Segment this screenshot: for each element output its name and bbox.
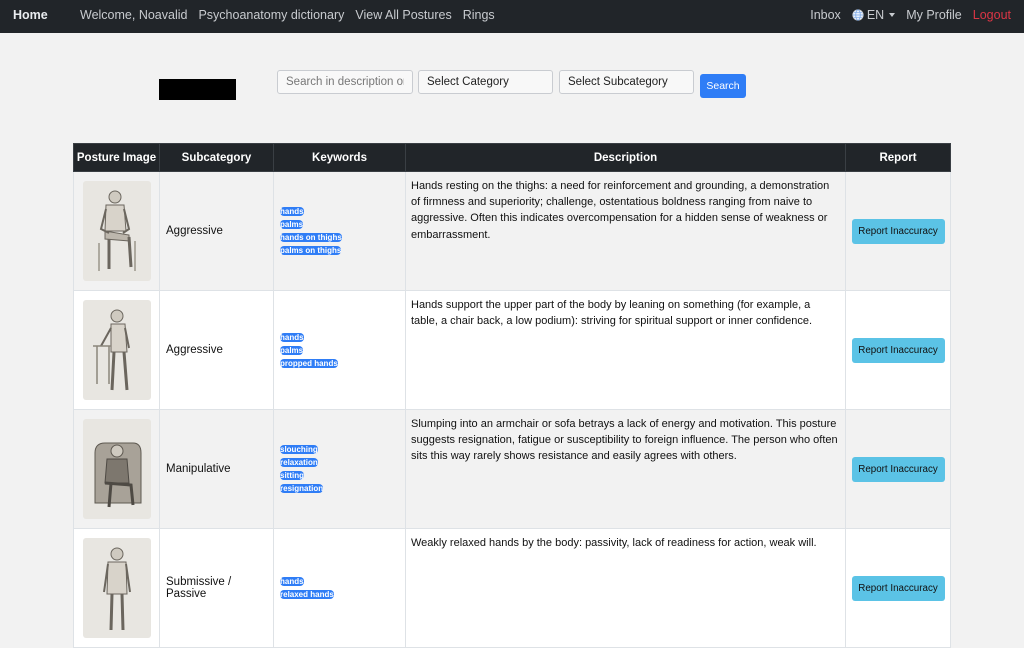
description-cell: Hands support the upper part of the body…	[405, 290, 846, 410]
keywords-cell: hands palms propped hands	[273, 290, 406, 410]
posture-image-cell	[73, 409, 160, 529]
table-row: Aggressive hands palms propped hands Han…	[73, 290, 951, 410]
report-inaccuracy-button[interactable]: Report Inaccuracy	[851, 575, 945, 601]
keyword-badge: palms	[280, 220, 304, 229]
subcategory-cell: Manipulative	[159, 409, 274, 529]
rings-link[interactable]: Rings	[463, 8, 495, 22]
search-button[interactable]: Search	[700, 74, 746, 98]
globe-icon	[852, 9, 864, 21]
nav-right-group: Inbox EN My Profile Logout	[799, 0, 1011, 30]
category-select[interactable]: Select Category	[418, 70, 553, 94]
subcategory-select-value: Select Subcategory	[568, 76, 668, 88]
slouching-figure-icon	[94, 442, 141, 508]
sitting-figure-icon	[97, 190, 136, 271]
keywords-cell: hands relaxed hands	[273, 528, 406, 648]
redacted-logo	[159, 79, 236, 100]
keyword-badge: slouching	[280, 445, 318, 454]
keyword-badge: hands	[280, 577, 304, 586]
all-postures-link[interactable]: View All Postures	[355, 8, 451, 22]
report-cell: Report Inaccuracy	[845, 409, 951, 529]
home-link[interactable]: Home	[13, 0, 48, 30]
logout-link[interactable]: Logout	[973, 8, 1011, 22]
posture-image[interactable]	[82, 419, 151, 519]
table-row: Submissive / Passive hands relaxed hands…	[73, 528, 951, 648]
posture-image-cell	[73, 528, 160, 648]
subcategory-select[interactable]: Select Subcategory	[559, 70, 694, 94]
posture-image-cell	[73, 290, 160, 410]
posture-image[interactable]	[82, 300, 151, 400]
report-inaccuracy-button[interactable]: Report Inaccuracy	[851, 218, 945, 244]
description-cell: Hands resting on the thighs: a need for …	[405, 171, 846, 291]
keyword-badge: propped hands	[280, 358, 338, 368]
chevron-down-icon	[889, 13, 896, 17]
standing-figure-icon	[102, 547, 131, 631]
search-input[interactable]	[277, 70, 413, 94]
keyword-badge: hands	[280, 332, 304, 342]
report-inaccuracy-button[interactable]: Report Inaccuracy	[851, 337, 945, 363]
column-header-report: Report	[845, 143, 951, 172]
description-cell: Weakly relaxed hands by the body: passiv…	[405, 528, 846, 648]
profile-link[interactable]: My Profile	[906, 8, 962, 22]
language-label: EN	[866, 8, 885, 22]
postures-table: Posture Image Subcategory Keywords Descr…	[73, 143, 951, 648]
top-navbar: Home Welcome, Noavalid Psychoanatomy dic…	[0, 0, 1024, 33]
keywords-cell: slouching relaxation sitting resignation	[273, 409, 406, 529]
inbox-link[interactable]: Inbox	[810, 8, 841, 22]
report-cell: Report Inaccuracy	[845, 528, 951, 648]
keyword-badge: relaxation	[280, 458, 318, 467]
keyword-badge: relaxed hands	[280, 590, 334, 599]
report-cell: Report Inaccuracy	[845, 290, 951, 410]
column-header-description: Description	[405, 143, 846, 172]
report-inaccuracy-button[interactable]: Report Inaccuracy	[851, 456, 945, 482]
keyword-badge: hands on thighs	[280, 233, 342, 242]
welcome-link[interactable]: Welcome, Noavalid	[80, 8, 187, 22]
keyword-badge: palms on thighs	[280, 246, 342, 255]
posture-image[interactable]	[82, 181, 151, 281]
keyword-badge: palms	[280, 345, 304, 355]
keyword-badge: resignation	[280, 484, 324, 493]
column-header-subcategory: Subcategory	[159, 143, 274, 172]
dictionary-link[interactable]: Psychoanatomy dictionary	[198, 8, 344, 22]
column-header-keywords: Keywords	[273, 143, 406, 172]
report-cell: Report Inaccuracy	[845, 171, 951, 291]
table-row: Aggressive hands palms hands on thighs p…	[73, 171, 951, 291]
subcategory-cell: Aggressive	[159, 171, 274, 291]
leaning-figure-icon	[92, 309, 130, 391]
column-header-image: Posture Image	[73, 143, 160, 172]
keyword-badge: hands	[280, 207, 304, 216]
language-dropdown[interactable]: EN	[852, 8, 896, 22]
category-select-value: Select Category	[427, 76, 509, 88]
nav-left-group: Welcome, Noavalid Psychoanatomy dictiona…	[80, 0, 506, 30]
keywords-cell: hands palms hands on thighs palms on thi…	[273, 171, 406, 291]
keyword-badge: sitting	[280, 471, 304, 480]
table-row: Manipulative slouching relaxation sittin…	[73, 409, 951, 529]
table-header-row: Posture Image Subcategory Keywords Descr…	[73, 143, 951, 172]
description-cell: Slumping into an armchair or sofa betray…	[405, 409, 846, 529]
subcategory-cell: Submissive / Passive	[159, 528, 274, 648]
posture-image[interactable]	[82, 538, 151, 638]
subcategory-cell: Aggressive	[159, 290, 274, 410]
posture-image-cell	[73, 171, 160, 291]
